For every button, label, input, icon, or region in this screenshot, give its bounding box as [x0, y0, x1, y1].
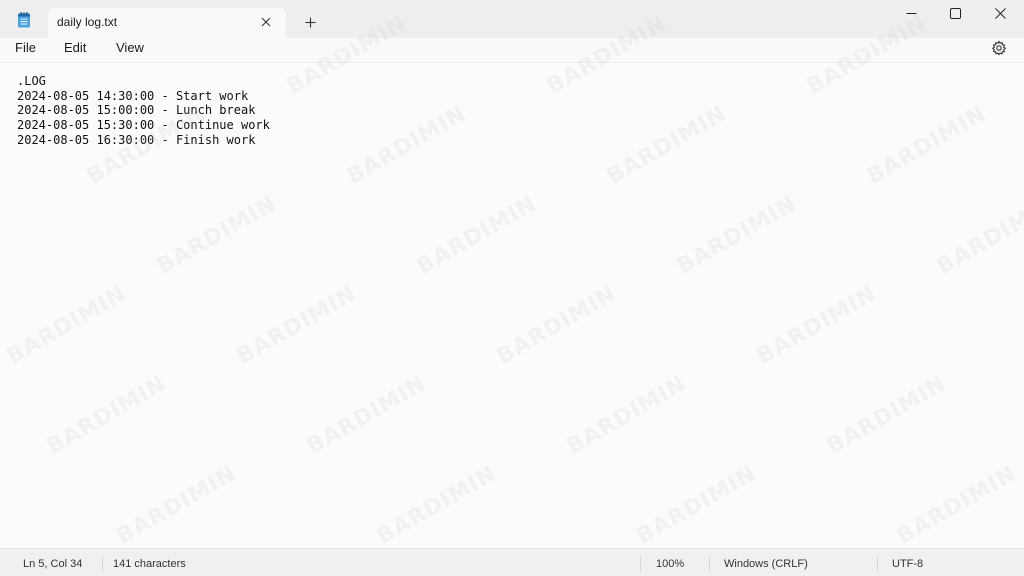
editor-line: 2024-08-05 14:30:00 - Start work: [17, 88, 249, 103]
editor-line: 2024-08-05 15:00:00 - Lunch break: [17, 103, 256, 118]
menu-view[interactable]: View: [114, 40, 146, 55]
menu-bar: File Edit View: [0, 38, 1024, 60]
plus-icon: [305, 17, 315, 27]
status-divider: [709, 557, 710, 571]
watermark: BARDIMIN: [112, 461, 241, 550]
tab-daily-log[interactable]: daily log.txt: [48, 8, 286, 38]
watermark: BARDIMIN: [152, 191, 281, 280]
watermark: BARDIMIN: [232, 281, 361, 370]
line-ending[interactable]: Windows (CRLF): [724, 558, 808, 570]
notepad-icon: [17, 12, 31, 28]
watermark: BARDIMIN: [862, 101, 991, 190]
minimize-button[interactable]: [888, 0, 934, 26]
menu-file[interactable]: File: [13, 40, 38, 55]
text-editor[interactable]: .LOG 2024-08-05 14:30:00 - Start work 2024…: [0, 11, 1024, 550]
watermark: BARDIMIN: [632, 461, 761, 550]
editor-line: 2024-08-05 15:30:00 - Continue work: [17, 118, 270, 133]
character-count: 141 characters: [113, 558, 186, 570]
maximize-button[interactable]: [932, 0, 978, 26]
status-bar: Ln 5, Col 34 141 characters 100% Windows…: [0, 548, 1024, 576]
watermark: BARDIMIN: [372, 461, 501, 550]
watermark: BARDIMIN: [602, 101, 731, 190]
watermark: BARDIMIN: [492, 281, 621, 370]
minimize-icon: [906, 12, 916, 14]
editor-line: 2024-08-05 16:30:00 - Finish work: [17, 132, 256, 147]
watermark: BARDIMIN: [822, 371, 951, 460]
cursor-position: Ln 5, Col 34: [23, 558, 83, 570]
title-bar: daily log.txt: [0, 0, 1024, 38]
settings-button[interactable]: [991, 40, 1007, 56]
status-divider: [102, 557, 103, 571]
watermark: BARDIMIN: [562, 371, 691, 460]
watermark: BARDIMIN: [892, 461, 1021, 550]
menu-edit[interactable]: Edit: [62, 40, 88, 55]
close-window-button[interactable]: [977, 0, 1023, 26]
editor-line: .LOG: [17, 74, 46, 88]
status-divider: [877, 557, 878, 571]
tab-close-button[interactable]: [258, 14, 274, 30]
editor-text[interactable]: .LOG 2024-08-05 14:30:00 - Start work 2024…: [17, 74, 270, 147]
watermark: BARDIMIN: [302, 371, 431, 460]
close-icon: [994, 7, 1006, 19]
status-divider: [640, 557, 641, 571]
watermark: BARDIMIN: [342, 101, 471, 190]
watermark: BARDIMIN: [672, 191, 801, 280]
watermark: BARDIMIN: [932, 191, 1024, 280]
watermark: BARDIMIN: [412, 191, 541, 280]
encoding[interactable]: UTF-8: [892, 558, 923, 570]
notepad-window: daily log.txt File Edit View .LOG 2024-0…: [0, 0, 1024, 576]
watermark: BARDIMIN: [752, 281, 881, 370]
watermark: BARDIMIN: [42, 371, 171, 460]
watermark: BARDIMIN: [2, 281, 131, 370]
maximize-icon: [949, 7, 961, 19]
new-tab-button[interactable]: [300, 12, 320, 32]
tab-title: daily log.txt: [57, 15, 118, 29]
close-icon: [261, 17, 271, 27]
zoom-level[interactable]: 100%: [656, 558, 684, 570]
gear-icon: [991, 40, 1007, 56]
